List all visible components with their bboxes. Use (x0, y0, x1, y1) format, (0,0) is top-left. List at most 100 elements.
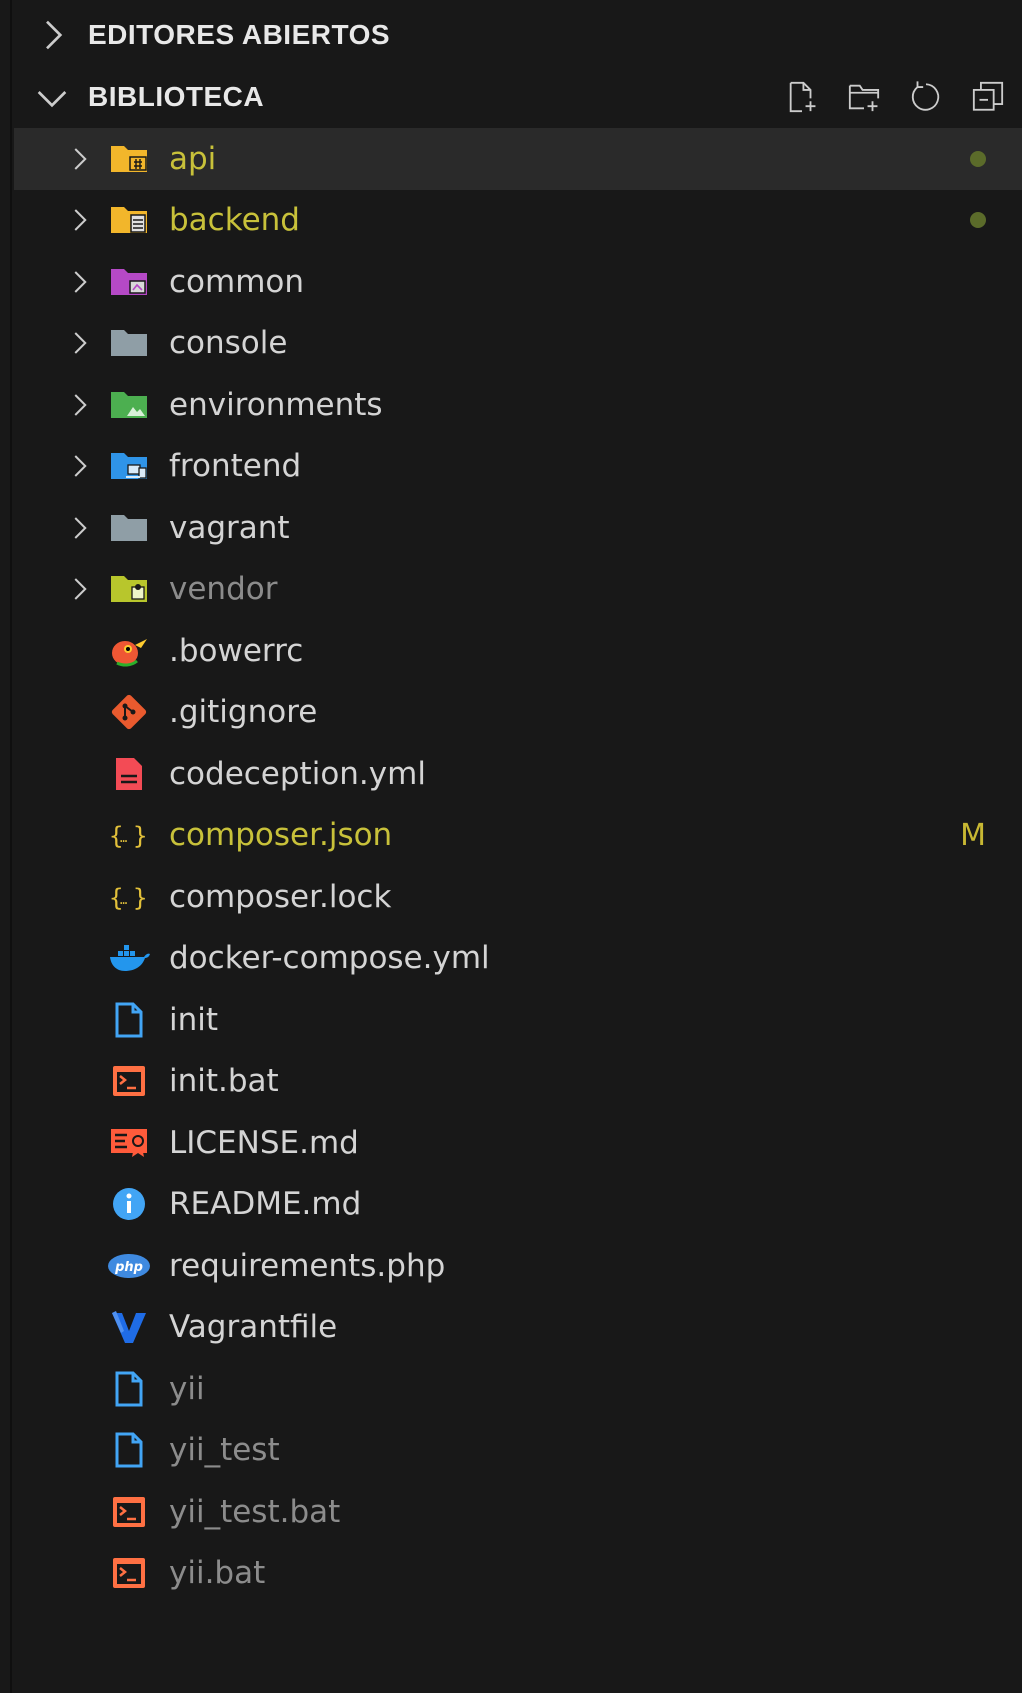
tree-item-label: README.md (169, 1186, 362, 1223)
tree-item-label: composer.json (169, 817, 393, 854)
tree-item-requirements-php[interactable]: php requirements.php (14, 1235, 1022, 1297)
tree-item-label: .gitignore (169, 694, 318, 731)
tree-item-label: yii_test.bat (169, 1493, 341, 1530)
tree-item-yii-test[interactable]: yii_test (14, 1420, 1022, 1482)
tree-item-label: Vagrantfile (169, 1309, 338, 1346)
tree-item-label: composer.lock (169, 878, 392, 915)
terminal-icon (106, 1550, 152, 1596)
bower-icon (106, 628, 152, 674)
collapse-all-button[interactable] (968, 77, 1008, 117)
tree-item-backend[interactable]: backend (14, 190, 1022, 252)
info-icon (106, 1181, 152, 1227)
tree-item-label: init (169, 1001, 219, 1038)
tree-item-license[interactable]: LICENSE.md (14, 1112, 1022, 1174)
refresh-button[interactable] (906, 77, 946, 117)
tree-item-vagrantfile[interactable]: Vagrantfile (14, 1297, 1022, 1359)
chevron-right-icon (74, 578, 87, 600)
tree-item-yii[interactable]: yii (14, 1358, 1022, 1420)
folder-icon (106, 505, 152, 551)
tree-item-yii-bat[interactable]: yii.bat (14, 1543, 1022, 1605)
chevron-down-icon (37, 91, 67, 108)
file-icon (106, 1427, 152, 1473)
tree-item-console[interactable]: console (14, 313, 1022, 375)
folder-environment-icon (106, 382, 152, 428)
tree-item-common[interactable]: common (14, 251, 1022, 313)
svg-text:…: … (120, 831, 127, 845)
folder-api-icon (106, 136, 152, 182)
new-file-icon (789, 81, 816, 113)
json-braces-icon: {…} (106, 874, 152, 920)
section-workspace[interactable]: BIBLIOTECA (14, 66, 1022, 128)
tree-item-frontend[interactable]: frontend (14, 436, 1022, 498)
vagrant-icon (106, 1304, 152, 1350)
folder-icon (106, 320, 152, 366)
php-icon: php (106, 1243, 152, 1289)
yaml-file-icon (106, 751, 152, 797)
tree-item-api[interactable]: api (14, 128, 1022, 190)
chevron-right-icon (74, 148, 87, 170)
tree-item-composer-lock[interactable]: {…} composer.lock (14, 866, 1022, 928)
chevron-right-icon (46, 20, 63, 50)
tree-item-init-bat[interactable]: init.bat (14, 1051, 1022, 1113)
git-icon (106, 689, 152, 735)
file-icon (106, 1366, 152, 1412)
folder-client-icon (106, 443, 152, 489)
tree-item-label: yii (169, 1370, 205, 1407)
tree-item-bowerrc[interactable]: .bowerrc (14, 620, 1022, 682)
modified-badge: M (960, 817, 986, 853)
tree-item-init[interactable]: init (14, 989, 1022, 1051)
section-open-editors-label: EDITORES ABIERTOS (88, 19, 391, 50)
tree-item-label: vagrant (169, 509, 290, 546)
new-file-button[interactable] (782, 77, 822, 117)
file-icon (106, 997, 152, 1043)
explorer-sidebar: EDITORES ABIERTOS BIBLIOTECA api backend… (0, 0, 1022, 1693)
section-open-editors[interactable]: EDITORES ABIERTOS (14, 4, 1022, 66)
tree-item-label: docker-compose.yml (169, 940, 490, 977)
tree-item-label: backend (169, 202, 300, 239)
terminal-icon (106, 1058, 152, 1104)
tree-item-label: yii.bat (169, 1555, 266, 1592)
tree-item-gitignore[interactable]: .gitignore (14, 682, 1022, 744)
tree-item-environments[interactable]: environments (14, 374, 1022, 436)
docker-icon (106, 935, 152, 981)
tree-item-label: codeception.yml (169, 755, 426, 792)
chevron-right-icon (74, 332, 87, 354)
new-folder-button[interactable] (844, 77, 884, 117)
tree-item-label: vendor (169, 571, 278, 608)
tree-item-label: common (169, 263, 305, 300)
tree-item-vagrant[interactable]: vagrant (14, 497, 1022, 559)
new-folder-icon (848, 84, 880, 112)
tree-item-label: init.bat (169, 1063, 279, 1100)
tree-item-label: frontend (169, 448, 302, 485)
tree-item-codeception-yml[interactable]: codeception.yml (14, 743, 1022, 805)
chevron-right-icon (74, 517, 87, 539)
tree-item-vendor[interactable]: vendor (14, 559, 1022, 621)
chevron-right-icon (74, 394, 87, 416)
tree-item-label: environments (169, 386, 383, 423)
chevron-right-icon (74, 455, 87, 477)
svg-text:}: } (133, 822, 147, 850)
section-workspace-label: BIBLIOTECA (88, 81, 265, 112)
tree-item-label: yii_test (169, 1432, 280, 1469)
tree-item-docker-compose[interactable]: docker-compose.yml (14, 928, 1022, 990)
tree-item-readme[interactable]: README.md (14, 1174, 1022, 1236)
tree-item-yii-test-bat[interactable]: yii_test.bat (14, 1481, 1022, 1543)
license-icon (106, 1120, 152, 1166)
json-braces-icon: {…} (106, 812, 152, 858)
terminal-icon (106, 1489, 152, 1535)
folder-packages-icon (106, 566, 152, 612)
tree-item-label: LICENSE.md (169, 1124, 359, 1161)
tree-item-label: requirements.php (169, 1247, 446, 1284)
explorer-actions (782, 66, 1008, 128)
svg-text:…: … (120, 893, 127, 907)
svg-text:}: } (133, 884, 147, 912)
folder-server-icon (106, 197, 152, 243)
tree-item-label: console (169, 325, 288, 362)
tree-item-composer-json[interactable]: {…} composer.json M (14, 805, 1022, 867)
folder-shared-icon (106, 259, 152, 305)
collapse-all-icon (972, 81, 1004, 111)
tree-item-label: .bowerrc (169, 632, 304, 669)
chevron-right-icon (74, 271, 87, 293)
svg-text:php: php (114, 1260, 143, 1275)
refresh-icon (911, 81, 940, 111)
